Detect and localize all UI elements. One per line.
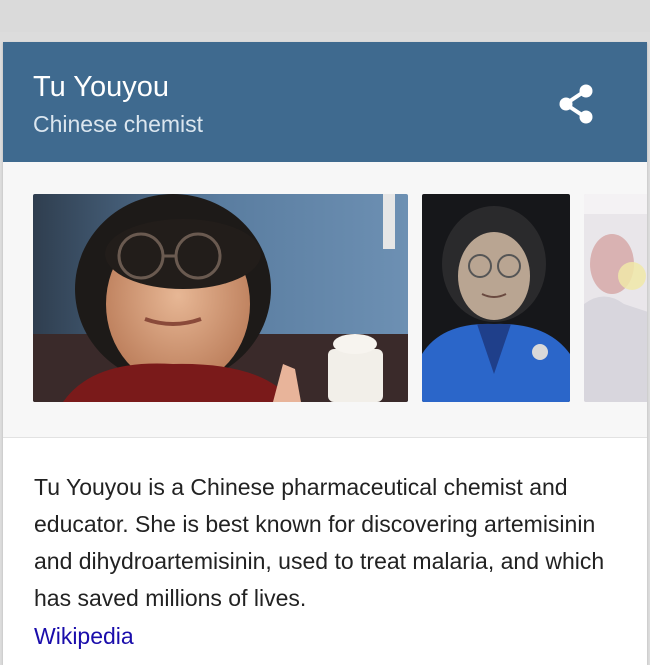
entity-subtitle: Chinese chemist — [33, 111, 204, 137]
entity-title: Tu Youyou — [33, 71, 169, 103]
portrait-photo[interactable] — [33, 194, 408, 402]
share-icon — [559, 84, 593, 124]
entity-description: Tu Youyou is a Chinese pharmaceutical ch… — [34, 474, 605, 611]
wikipedia-link[interactable]: Wikipedia — [34, 618, 134, 655]
share-button[interactable] — [555, 82, 599, 126]
image-carousel[interactable] — [3, 162, 647, 438]
browser-top-strip — [0, 0, 650, 32]
knowledge-panel-header: Tu Youyou Chinese chemist — [3, 42, 647, 162]
lab-photo[interactable] — [584, 194, 647, 402]
knowledge-panel-card: Tu Youyou Chinese chemist Tu Youyou is a… — [3, 42, 647, 665]
portrait-photo-blue-jacket[interactable] — [422, 194, 570, 402]
